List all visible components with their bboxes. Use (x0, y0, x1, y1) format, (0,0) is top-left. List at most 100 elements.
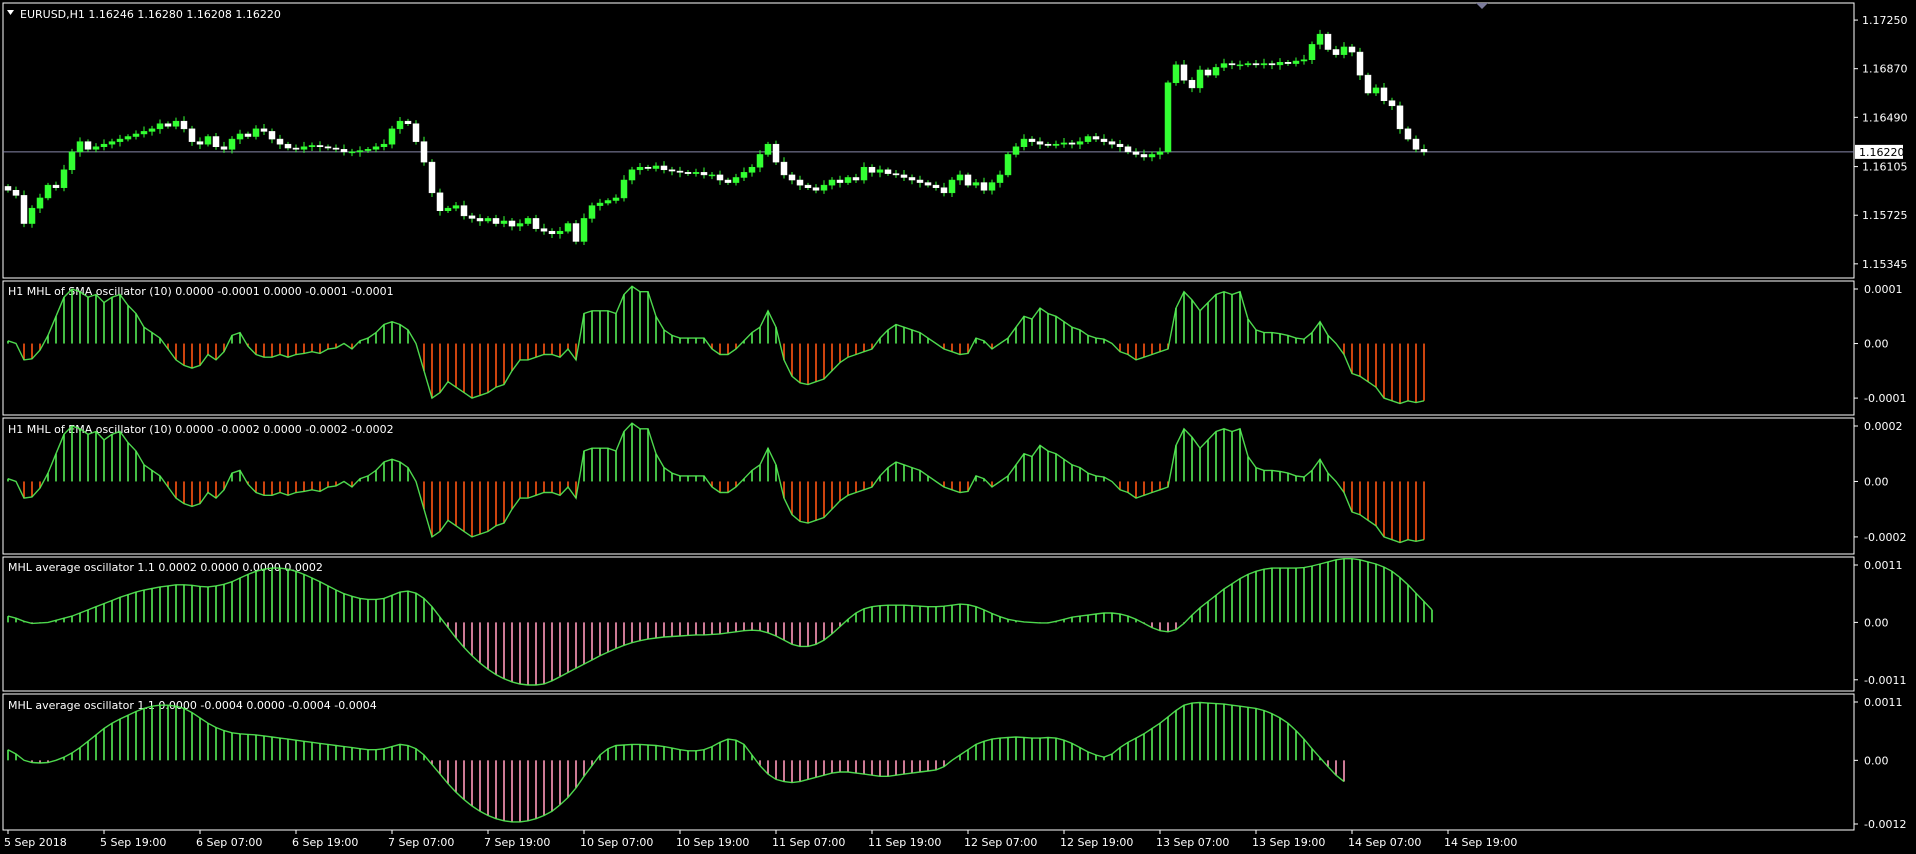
candle-body (108, 141, 116, 145)
candle-body (444, 207, 452, 211)
candle-body (596, 202, 604, 206)
candle-body (28, 207, 36, 224)
candle-body (964, 174, 972, 186)
candle-body (404, 120, 412, 124)
candle-body (388, 128, 396, 145)
candle-body (716, 174, 724, 181)
axis-tick-label: 0.0011 (1864, 696, 1903, 709)
candle-body (732, 177, 740, 183)
candle-body (980, 182, 988, 191)
candle-body (372, 146, 380, 150)
candle-body (1156, 151, 1164, 155)
candle-body (44, 184, 52, 199)
candle-body (1188, 79, 1196, 89)
time-tick-label: 6 Sep 07:00 (196, 836, 262, 849)
time-tick-label: 10 Sep 07:00 (580, 836, 653, 849)
candle-body (1396, 105, 1404, 130)
axis-tick-label: 0.00 (1864, 338, 1889, 351)
candle-body (692, 172, 700, 174)
candle-body (796, 179, 804, 186)
candle-body (1148, 154, 1156, 158)
candle-body (1124, 146, 1132, 153)
terminal-chart-window[interactable]: EURUSD,H1 1.16246 1.16280 1.16208 1.1622… (0, 0, 1916, 854)
candle-body (1364, 74, 1372, 94)
candle-body (564, 223, 572, 232)
price-tick-label: 1.15725 (1862, 209, 1908, 222)
candle-body (556, 230, 564, 235)
candle-body (652, 165, 660, 169)
candle-body (1204, 69, 1212, 76)
candle-body (1084, 136, 1092, 142)
candle-body (308, 145, 316, 148)
candle-body (972, 182, 980, 186)
candle-body (452, 205, 460, 209)
time-tick-label: 11 Sep 07:00 (772, 836, 845, 849)
candle-body (1308, 44, 1316, 60)
axis-tick-label: -0.0002 (1864, 531, 1906, 544)
panel-label: MHL average oscillator 1.1 0.0000 -0.000… (8, 699, 377, 712)
candle-body (1116, 143, 1124, 148)
candle-body (1340, 46, 1348, 55)
time-tick-label: 5 Sep 2018 (4, 836, 67, 849)
time-tick-label: 13 Sep 19:00 (1252, 836, 1325, 849)
candle-body (1212, 67, 1220, 76)
time-tick-label: 14 Sep 07:00 (1348, 836, 1421, 849)
current-price-badge-text: 1.16220 (1859, 146, 1905, 159)
candle-body (300, 146, 308, 150)
candle-body (772, 143, 780, 163)
candle-body (76, 141, 84, 153)
candle-body (396, 120, 404, 130)
candle-body (268, 131, 276, 140)
candle-body (236, 133, 244, 140)
time-tick-label: 12 Sep 07:00 (964, 836, 1037, 849)
axis-tick-label: -0.0001 (1864, 392, 1906, 405)
candle-body (484, 218, 492, 222)
candle-body (1324, 33, 1332, 50)
candle-body (1420, 149, 1428, 153)
candle-body (1236, 64, 1244, 67)
candle-body (1100, 138, 1108, 142)
candle-body (1012, 146, 1020, 155)
candle-body (540, 228, 548, 232)
candle-body (1140, 154, 1148, 158)
time-tick-label: 6 Sep 19:00 (292, 836, 358, 849)
candle-body (20, 195, 28, 224)
candle-body (1028, 138, 1036, 142)
candle-body (708, 174, 716, 177)
candle-body (36, 197, 44, 209)
candle-body (84, 141, 92, 150)
candle-body (68, 151, 76, 171)
candle-body (1004, 154, 1012, 176)
candle-body (668, 169, 676, 172)
candle-body (1172, 64, 1180, 84)
candle-body (1332, 49, 1340, 55)
candle-body (172, 120, 180, 127)
candle-body (324, 146, 332, 149)
candle-body (260, 128, 268, 132)
candle-body (116, 138, 124, 142)
candle-body (4, 186, 12, 191)
price-tick-label: 1.16490 (1862, 111, 1908, 124)
candle-body (140, 131, 148, 135)
candle-body (348, 151, 356, 154)
time-tick-label: 11 Sep 19:00 (868, 836, 941, 849)
candle-body (1036, 141, 1044, 145)
axis-tick-label: -0.0012 (1864, 818, 1906, 831)
candle-body (420, 141, 428, 163)
candle-body (548, 230, 556, 235)
candle-body (532, 218, 540, 229)
candle-body (1388, 100, 1396, 107)
price-tick-label: 1.17250 (1862, 14, 1908, 27)
candle-body (844, 177, 852, 183)
candle-body (164, 123, 172, 127)
time-tick-label: 13 Sep 07:00 (1156, 836, 1229, 849)
candle-body (780, 161, 788, 176)
candle-body (60, 169, 68, 188)
time-tick-label: 10 Sep 19:00 (676, 836, 749, 849)
axis-tick-label: 0.0011 (1864, 559, 1903, 572)
candle-body (724, 179, 732, 183)
candle-body (1284, 62, 1292, 64)
candle-body (1276, 62, 1284, 66)
candle-body (276, 138, 284, 145)
candle-body (916, 179, 924, 183)
